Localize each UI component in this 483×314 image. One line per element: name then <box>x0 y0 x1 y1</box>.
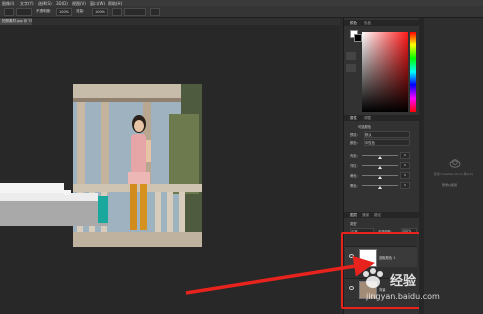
tab-swatches[interactable]: 色板 <box>364 21 371 26</box>
flow-label: 流量: <box>76 9 85 13</box>
flow-input[interactable]: 100% <box>92 8 108 16</box>
color-picker-field[interactable] <box>362 32 408 112</box>
hue-slider[interactable] <box>410 32 416 112</box>
brush-picker[interactable] <box>16 8 32 16</box>
adjust-row-label: 黄色: <box>350 174 358 178</box>
airbrush-toggle[interactable] <box>112 8 122 16</box>
white-overlay-small <box>64 190 71 195</box>
adjust-row-label: 黑色: <box>350 184 358 188</box>
white-overlay-block <box>0 193 98 201</box>
watermark-url: jingyan.baidu.com <box>366 292 440 301</box>
adjust-panel-header: 属性 调整 <box>344 115 420 121</box>
layers-panel-header: 图层 通道 路径 <box>344 212 420 218</box>
white-overlay-block-top <box>0 183 64 193</box>
pressure-toggle[interactable] <box>150 8 160 16</box>
paw-logo-icon <box>363 268 383 288</box>
libraries-message: 使用 Creative Cloud 库(CC) <box>433 172 474 176</box>
adjust-track[interactable] <box>362 165 398 169</box>
libraries-panel: 使用 Creative Cloud 库(CC) 登录以使用 <box>424 18 483 314</box>
adjust-row-yellow: 黄色: 0 <box>350 172 410 179</box>
watermark-brand: 经验 <box>390 274 417 289</box>
adjust-value[interactable]: 0 <box>400 182 410 189</box>
cloud-icon <box>449 159 461 168</box>
color-sampler-icon[interactable] <box>346 64 356 72</box>
tab-color[interactable]: 颜色 <box>350 21 357 26</box>
options-bar: 不透明度: 100% 流量: 100% <box>0 6 483 18</box>
adjust-thumb[interactable] <box>378 176 382 179</box>
adjust-thumb[interactable] <box>378 156 382 159</box>
adjust-thumb[interactable] <box>378 166 382 169</box>
libraries-signin-link[interactable]: 登录以使用 <box>442 183 457 187</box>
tab-channels[interactable]: 通道 <box>362 213 369 218</box>
colors-label: 颜色: <box>350 141 358 145</box>
smoothing-control[interactable] <box>124 8 146 16</box>
adjust-value[interactable]: 0 <box>400 162 410 169</box>
document-tab-bar <box>0 18 340 25</box>
adjust-track[interactable] <box>362 155 398 159</box>
adjust-row-label: 青色: <box>350 154 358 158</box>
color-panel-header: 颜色 色板 <box>344 20 420 26</box>
adjust-row-black: 黑色: 0 <box>350 182 410 189</box>
background-color-swatch[interactable] <box>354 34 362 42</box>
adjust-thumb[interactable] <box>378 186 382 189</box>
adjust-track[interactable] <box>362 185 398 189</box>
tab-properties[interactable]: 属性 <box>350 116 357 121</box>
tool-preset-picker[interactable] <box>4 8 14 16</box>
layer-kind-filter[interactable]: 类型 <box>350 221 357 226</box>
teal-overlay-block <box>98 196 108 223</box>
tab-layers[interactable]: 图层 <box>350 213 357 218</box>
adjust-row-cyan: 青色: 0 <box>350 152 410 159</box>
adjust-value[interactable]: 0 <box>400 172 410 179</box>
preset-label: 预设: <box>350 133 358 137</box>
tab-adjustments[interactable]: 调整 <box>364 116 371 121</box>
document-tab[interactable]: 拍照素材.jpg @ 75% <box>0 18 32 25</box>
adjust-row-magenta: 洋红: 0 <box>350 162 410 169</box>
colors-select[interactable]: 中性色 <box>364 139 410 146</box>
adjust-track[interactable] <box>362 175 398 179</box>
adjust-value[interactable]: 0 <box>400 152 410 159</box>
opacity-label: 不透明度: <box>36 9 52 13</box>
preset-select[interactable]: 默认 <box>364 131 410 138</box>
adjust-section-title: 可选颜色 <box>358 125 372 129</box>
tab-paths[interactable]: 路径 <box>374 213 381 218</box>
opacity-input[interactable]: 100% <box>56 8 72 16</box>
color-mode-icon[interactable] <box>346 52 356 60</box>
adjust-row-label: 洋红: <box>350 164 358 168</box>
